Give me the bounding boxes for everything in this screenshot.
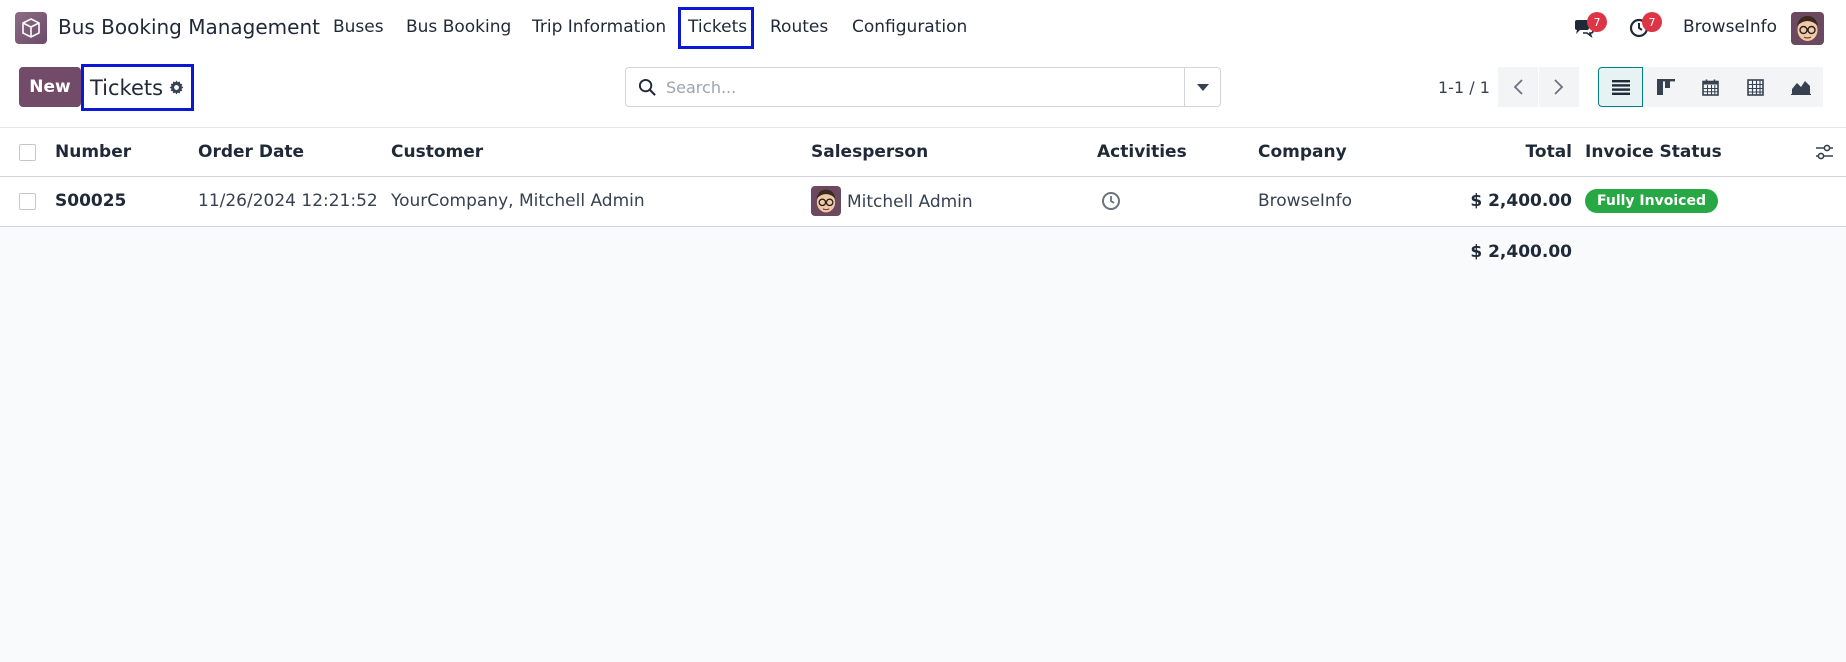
area-chart-icon: [1790, 81, 1811, 95]
column-header-activities[interactable]: Activities: [1097, 142, 1187, 162]
new-button[interactable]: New: [19, 67, 81, 107]
aggregate-total: $ 2,400.00: [1470, 242, 1572, 262]
column-header-company[interactable]: Company: [1258, 142, 1347, 162]
chevron-left-icon: [1513, 79, 1523, 95]
page-title: Tickets: [90, 75, 164, 100]
table-header: Number Order Date Customer Salesperson A…: [0, 128, 1846, 177]
salesperson-avatar[interactable]: [811, 186, 841, 216]
table-row[interactable]: S00025 11/26/2024 12:21:52 YourCompany, …: [0, 177, 1846, 227]
pager-previous-button[interactable]: [1498, 67, 1538, 107]
list-icon: [1611, 80, 1630, 95]
nav-item-trip-information[interactable]: Trip Information: [532, 17, 666, 37]
messages-badge: 7: [1587, 12, 1607, 32]
row-checkbox[interactable]: [19, 193, 36, 210]
nav-item-bus-booking[interactable]: Bus Booking: [406, 17, 511, 37]
gear-icon[interactable]: [169, 80, 184, 95]
user-avatar[interactable]: [1791, 12, 1824, 45]
column-header-total[interactable]: Total: [1525, 142, 1572, 162]
nav-item-routes[interactable]: Routes: [770, 17, 828, 37]
chevron-right-icon: [1554, 79, 1564, 95]
pager-next-button[interactable]: [1539, 67, 1579, 107]
pivot-view-button[interactable]: [1733, 67, 1778, 107]
column-header-invoice-status[interactable]: Invoice Status: [1585, 142, 1722, 162]
search-options-toggle[interactable]: [1184, 68, 1220, 106]
cell-salesperson: Mitchell Admin: [847, 192, 973, 212]
activity-clock-icon[interactable]: [1101, 191, 1121, 215]
cell-total: $ 2,400.00: [1470, 191, 1572, 211]
nav-item-buses[interactable]: Buses: [333, 17, 384, 37]
top-navbar: Bus Booking Management Buses Bus Booking…: [0, 0, 1846, 55]
app-logo-icon[interactable]: [15, 12, 47, 44]
search-bar: [625, 67, 1221, 107]
nav-item-tickets[interactable]: Tickets: [688, 17, 747, 37]
kanban-view-button[interactable]: [1643, 67, 1688, 107]
list-view-button[interactable]: [1598, 67, 1643, 107]
column-header-salesperson[interactable]: Salesperson: [811, 142, 928, 162]
activities-badge: 7: [1642, 12, 1662, 32]
graph-view-button[interactable]: [1778, 67, 1823, 107]
select-all-checkbox[interactable]: [19, 144, 36, 161]
calendar-icon: [1702, 79, 1719, 96]
caret-down-icon: [1196, 83, 1209, 91]
cell-number: S00025: [55, 191, 127, 211]
column-header-order-date[interactable]: Order Date: [198, 142, 304, 162]
nav-item-configuration[interactable]: Configuration: [852, 17, 967, 37]
kanban-icon: [1656, 79, 1675, 95]
column-header-number[interactable]: Number: [55, 142, 131, 162]
cell-company: BrowseInfo: [1258, 191, 1353, 211]
cell-customer: YourCompany, Mitchell Admin: [391, 191, 645, 211]
pager-value[interactable]: 1-1 / 1: [1438, 78, 1490, 97]
calendar-view-button[interactable]: [1688, 67, 1733, 107]
app-title[interactable]: Bus Booking Management: [58, 15, 320, 39]
pivot-table-icon: [1747, 78, 1764, 96]
company-switcher[interactable]: BrowseInfo: [1683, 17, 1777, 37]
optional-columns-icon[interactable]: [1815, 144, 1834, 165]
column-header-customer[interactable]: Customer: [391, 142, 483, 162]
breadcrumb: Tickets: [81, 64, 194, 111]
search-input[interactable]: [666, 74, 1166, 100]
search-icon: [638, 78, 657, 97]
invoice-status-badge: Fully Invoiced: [1585, 189, 1718, 213]
control-panel: New Tickets 1-1 / 1: [0, 55, 1846, 128]
cell-order-date: 11/26/2024 12:21:52: [198, 191, 378, 211]
